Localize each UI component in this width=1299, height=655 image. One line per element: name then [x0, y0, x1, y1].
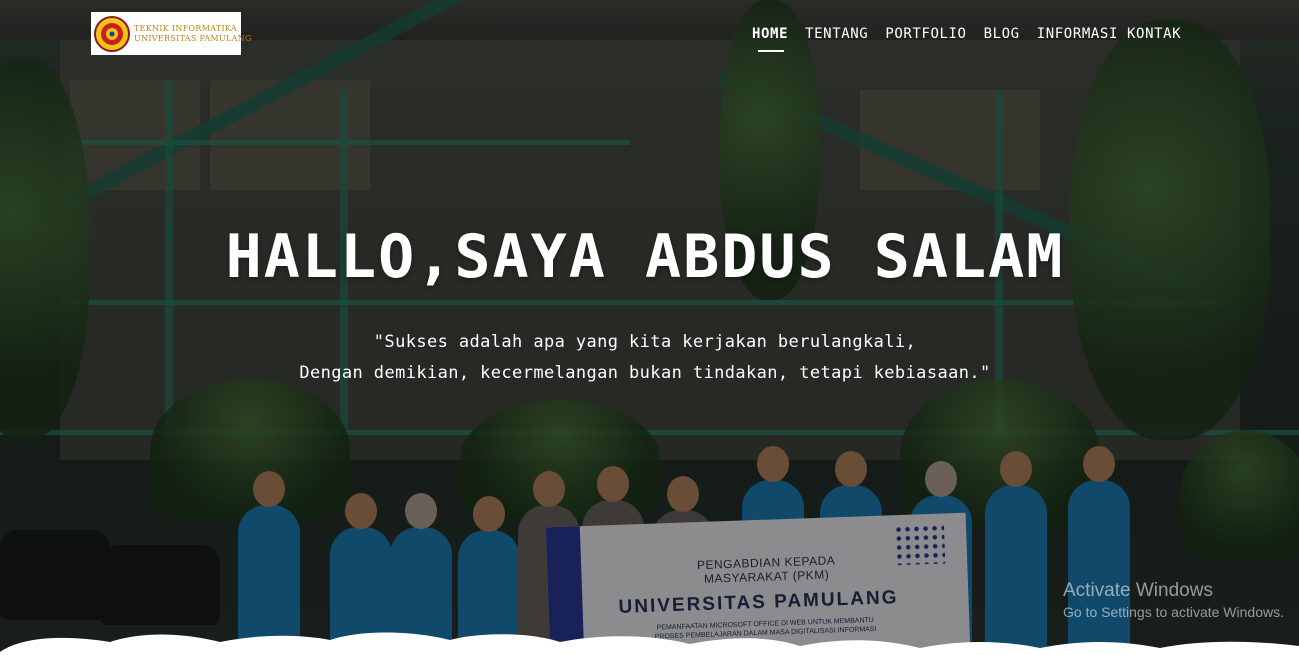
hero-title: HALLO,SAYA ABDUS SALAM	[225, 222, 1065, 292]
university-emblem-icon	[94, 15, 130, 52]
site-logo[interactable]: TEKNIK INFORMATIKA UNIVERSITAS PAMULANG	[91, 12, 251, 55]
watermark-title: Activate Windows	[1063, 580, 1213, 601]
nav-blog[interactable]: BLOG	[984, 26, 1020, 54]
nav-portfolio[interactable]: PORTFOLIO	[885, 26, 966, 54]
logo-line-2: UNIVERSITAS PAMULANG	[134, 33, 252, 43]
nav-informasi-kontak[interactable]: INFORMASI KONTAK	[1037, 26, 1181, 54]
quote-line-2: Dengan demikian, kecermelangan bukan tin…	[299, 363, 991, 383]
hero-quote: "Sukses adalah apa yang kita kerjakan be…	[0, 327, 1290, 389]
quote-line-1: "Sukses adalah apa yang kita kerjakan be…	[373, 332, 917, 352]
logo-text: TEKNIK INFORMATIKA UNIVERSITAS PAMULANG	[134, 24, 252, 44]
wave-divider	[0, 632, 1299, 655]
logo-line-1: TEKNIK INFORMATIKA	[134, 23, 237, 33]
windows-activation-watermark: Activate Windows Go to Settings to activ…	[1063, 580, 1284, 622]
nav-tentang[interactable]: TENTANG	[805, 26, 868, 54]
nav-home[interactable]: HOME	[752, 26, 788, 54]
main-nav: HOME TENTANG PORTFOLIO BLOG INFORMASI KO…	[752, 26, 1198, 54]
watermark-subtitle: Go to Settings to activate Windows.	[1063, 604, 1284, 620]
